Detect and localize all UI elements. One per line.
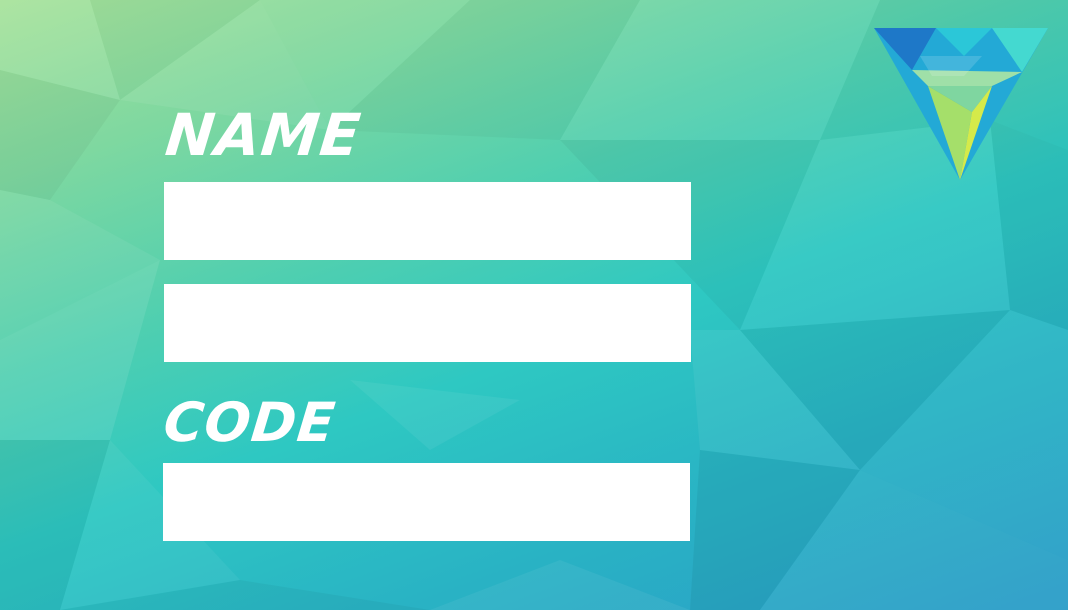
triangle-v-logo-icon [874, 28, 1048, 180]
code-field[interactable] [163, 463, 690, 541]
name-field-line-1[interactable] [164, 182, 691, 260]
name-label: NAME [162, 101, 365, 169]
member-card: NAME CODE [0, 0, 1068, 610]
code-label: CODE [160, 391, 339, 454]
name-field-line-2[interactable] [164, 284, 691, 362]
